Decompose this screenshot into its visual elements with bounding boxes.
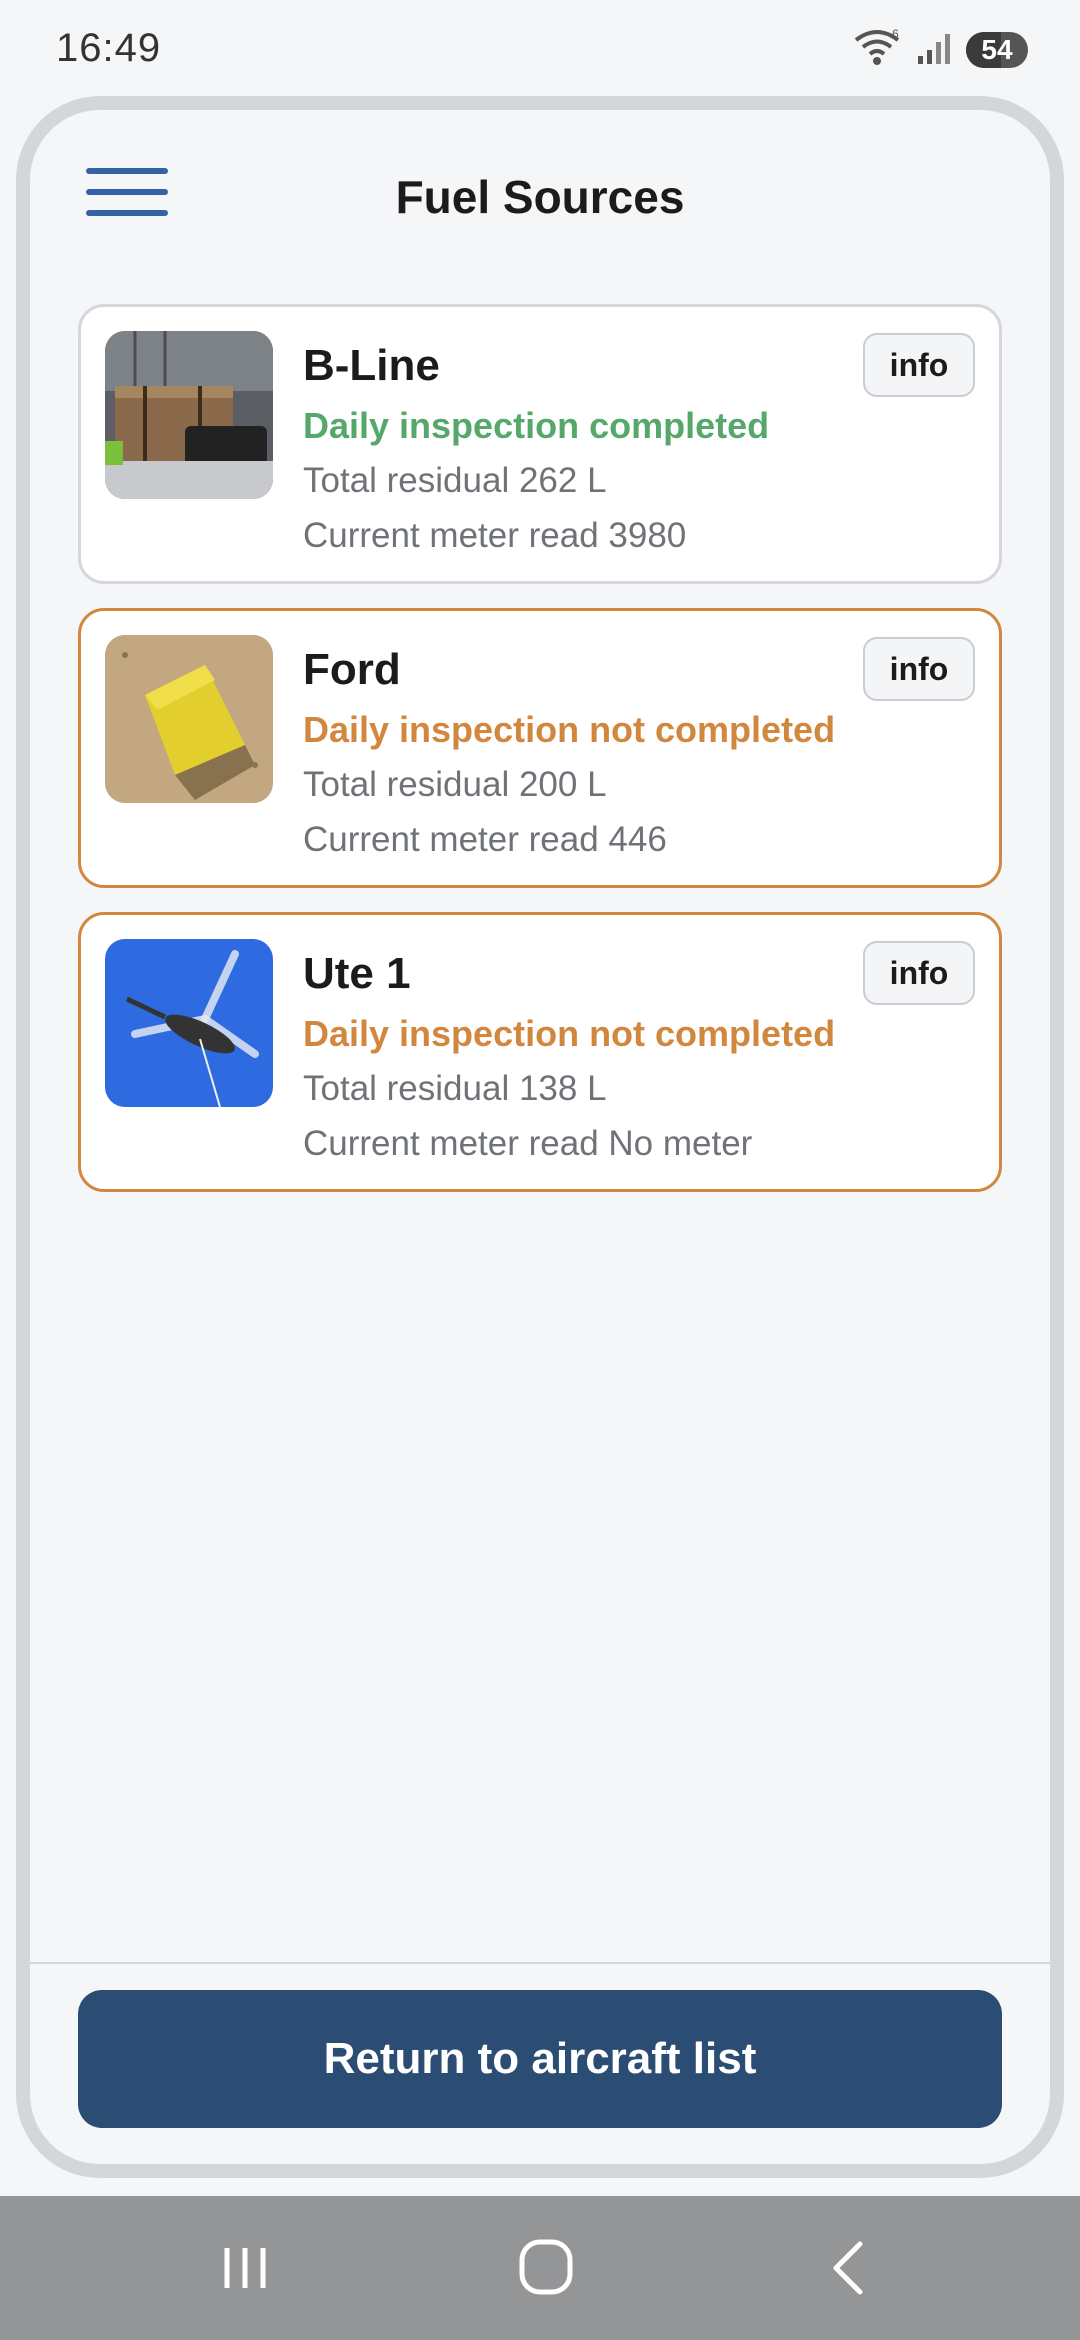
info-button[interactable]: info [863, 333, 975, 397]
meter-read: Current meter read 446 [303, 820, 667, 859]
inspection-status: Daily inspection completed [303, 405, 770, 446]
fuel-source-card[interactable]: Ute 1 Daily inspection not completed Tot… [78, 912, 1002, 1192]
cell-signal-icon [916, 30, 952, 71]
fuel-tank-crate-photo [105, 331, 273, 499]
fuel-source-name: Ute 1 [303, 949, 411, 998]
app-frame: Fuel Sources B-Line Daily inspection com… [16, 96, 1064, 2178]
status-bar: 16:49 6 54 [0, 0, 1080, 96]
fuel-source-name: B-Line [303, 341, 440, 390]
system-nav-bar [0, 2196, 1080, 2340]
total-residual: Total residual 262 L [303, 461, 607, 500]
recents-icon[interactable] [205, 2232, 285, 2304]
helicopter-photo [105, 939, 273, 1107]
meter-read: Current meter read 3980 [303, 516, 687, 555]
inspection-status: Daily inspection not completed [303, 1013, 836, 1054]
status-icons: 6 54 [852, 27, 1028, 73]
wifi-icon: 6 [852, 27, 902, 73]
inspection-status: Daily inspection not completed [303, 709, 836, 750]
status-time: 16:49 [56, 26, 162, 70]
meter-read: Current meter read No meter [303, 1124, 753, 1163]
fuel-source-card[interactable]: B-Line Daily inspection completed Total … [78, 304, 1002, 584]
back-icon[interactable] [808, 2232, 888, 2304]
total-residual: Total residual 200 L [303, 765, 607, 804]
home-icon[interactable] [506, 2232, 586, 2304]
return-to-aircraft-list-button[interactable]: Return to aircraft list [78, 1990, 1002, 2128]
info-button[interactable]: info [863, 941, 975, 1005]
svg-text:6: 6 [892, 28, 899, 41]
battery-level: 54 [981, 34, 1013, 65]
footer-divider [30, 1962, 1050, 1964]
fuel-source-name: Ford [303, 645, 401, 694]
fuel-source-card[interactable]: Ford Daily inspection not completed Tota… [78, 608, 1002, 888]
page-title: Fuel Sources [395, 171, 685, 223]
info-button[interactable]: info [863, 637, 975, 701]
battery-indicator: 54 [966, 32, 1028, 68]
yellow-fuel-container-photo [105, 635, 273, 803]
total-residual: Total residual 138 L [303, 1069, 607, 1108]
